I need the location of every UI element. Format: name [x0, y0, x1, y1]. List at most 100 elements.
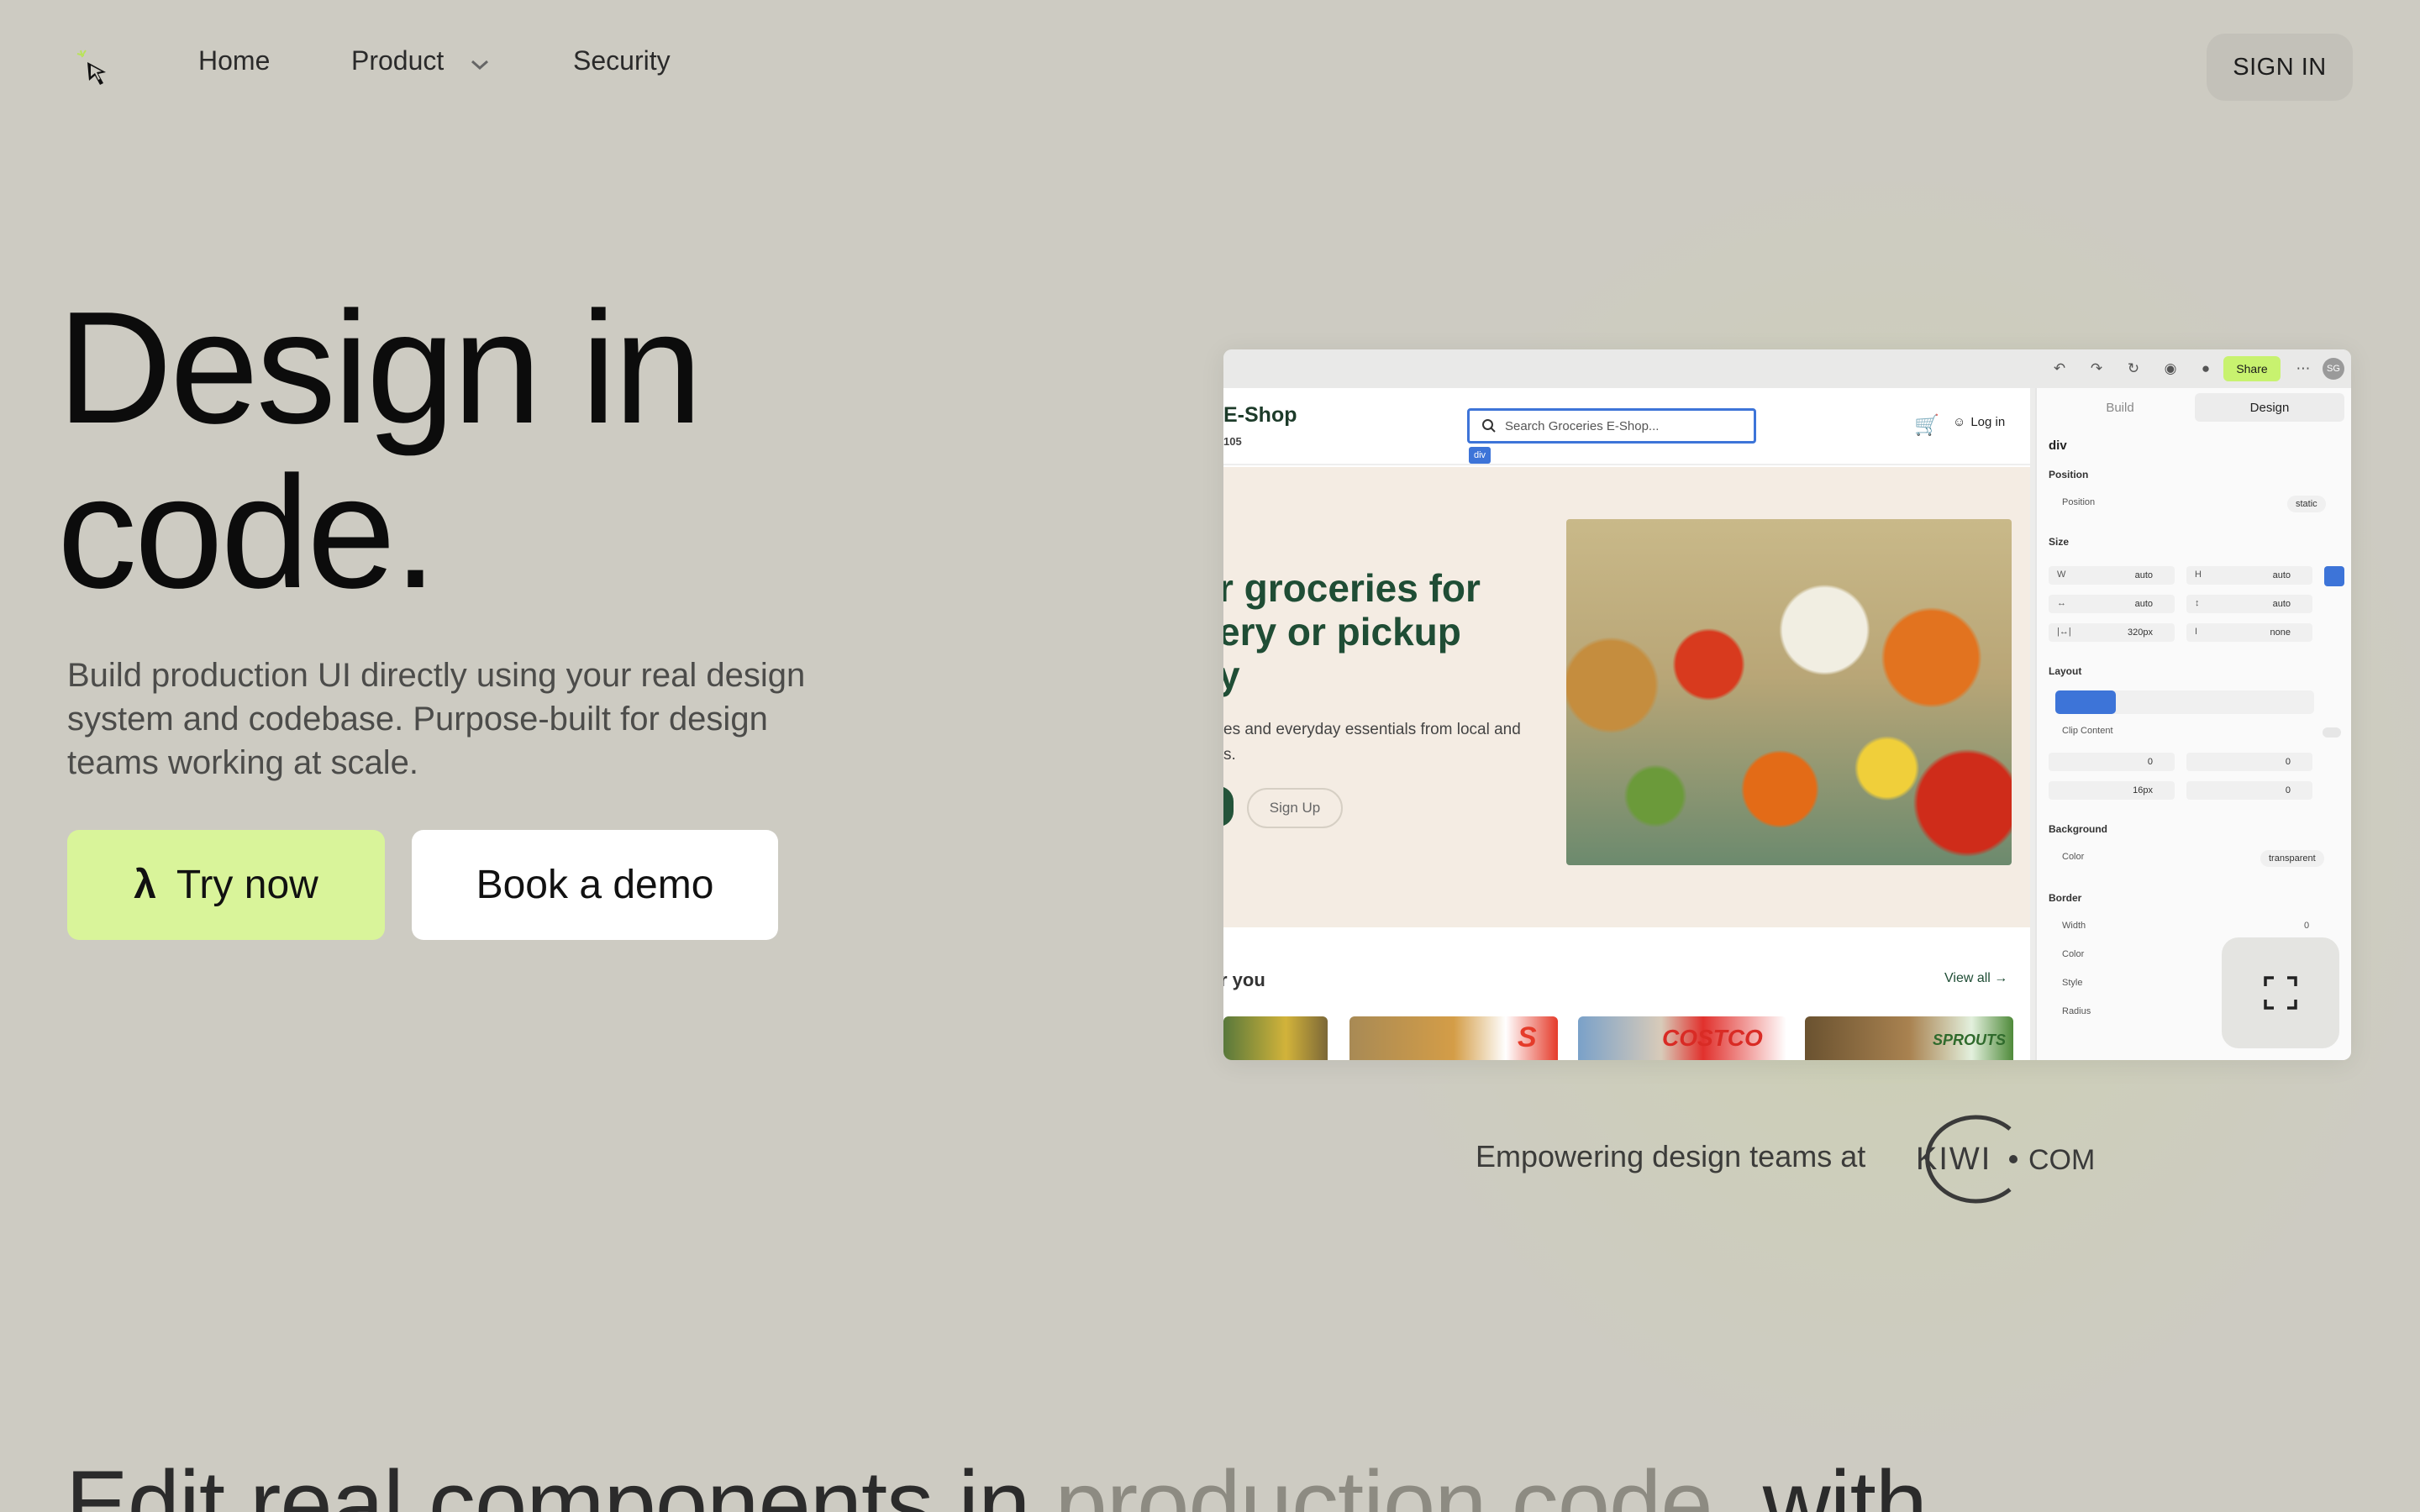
min-width-label: ↔ — [2057, 598, 2066, 608]
height-field[interactable]: auto — [2186, 566, 2312, 585]
shop-login-label: Log in — [1970, 415, 2006, 429]
shop-signup-button[interactable]: Sign Up — [1247, 788, 1343, 828]
store-card-logo: SPROUTS — [1933, 1032, 2007, 1048]
size-section-title: Size — [2049, 536, 2070, 548]
padding-field[interactable]: 0 — [2049, 753, 2175, 771]
cart-icon[interactable]: 🛒 — [1914, 413, 1939, 438]
kiwi-text: KIWI — [1916, 1142, 1991, 1177]
hero-title-line2: code. — [57, 444, 438, 622]
background-color-select[interactable]: transparent — [2260, 850, 2324, 867]
section-headline-part1: Edit real components in — [66, 1452, 1055, 1512]
background-section-title: Background — [2049, 823, 2108, 835]
panel-tabs: Build Design — [2045, 393, 2344, 422]
border-width-label: Width — [2062, 921, 2086, 931]
layout-option-active[interactable] — [2055, 690, 2116, 714]
share-button[interactable]: Share — [2223, 356, 2281, 381]
fullscreen-button[interactable] — [2222, 937, 2339, 1048]
margin-field[interactable]: 0 — [2186, 753, 2312, 771]
tab-build[interactable]: Build — [2045, 393, 2195, 422]
min-width-field[interactable]: auto — [2049, 595, 2175, 613]
expand-icon — [2264, 976, 2297, 1010]
section-headline: Edit real components in production code,… — [66, 1450, 1928, 1512]
max-height-label: I — [2195, 627, 2198, 637]
nav-security-link[interactable]: Security — [573, 45, 671, 76]
selected-element-name: div — [2049, 438, 2067, 453]
try-now-button[interactable]: λ Try now — [67, 830, 385, 940]
border-radius-label: Radius — [2062, 1006, 2091, 1016]
more-icon[interactable]: ⋯ — [2296, 361, 2311, 376]
border-section-title: Border — [2049, 892, 2082, 904]
nav-home-link[interactable]: Home — [198, 45, 270, 76]
section-headline-part2: production code — [1055, 1452, 1713, 1512]
user-icon: ☺ — [1953, 415, 1966, 429]
redo-icon[interactable]: ↷ — [2089, 361, 2104, 376]
book-demo-button[interactable]: Book a demo — [412, 830, 778, 940]
min-height-label: ↕ — [2195, 598, 2200, 608]
record-icon[interactable]: ◉ — [2163, 361, 2178, 376]
try-now-label: Try now — [176, 863, 318, 907]
selection-tag: div — [1469, 447, 1491, 464]
shop-search-input[interactable]: Search Groceries E-Shop... — [1467, 408, 1756, 444]
undo-icon[interactable]: ↶ — [2052, 361, 2067, 376]
min-height-field[interactable]: auto — [2186, 595, 2312, 613]
background-color-label: Color — [2062, 852, 2085, 862]
trust-label: Empowering design teams at — [1476, 1139, 1866, 1173]
position-section-title: Position — [2049, 469, 2089, 480]
editor-toolbar: ↶ ↷ ↻ ◉ ● Share ⋯ SG — [1223, 349, 2351, 388]
shop-search-placeholder: Search Groceries E-Shop... — [1505, 418, 1660, 433]
shop-hero: r groceries for ery or pickup y es and e… — [1223, 467, 2030, 927]
gap-field[interactable]: 16px — [2049, 781, 2175, 800]
com-text: COM — [2028, 1144, 2095, 1176]
nav-product-link[interactable]: Product — [351, 45, 444, 76]
hero-subtitle: Build production UI directly using your … — [67, 657, 806, 781]
shop-name: E-Shop — [1223, 403, 1297, 427]
max-width-label: |↔| — [2057, 627, 2071, 637]
top-navigation: Home Product Security SIGN IN — [0, 0, 2420, 126]
app-preview: ↶ ↷ ↻ ◉ ● Share ⋯ SG E-Shop 105 Search G… — [1223, 349, 2351, 1060]
tab-design[interactable]: Design — [2195, 393, 2344, 422]
lambda-icon: λ — [134, 863, 156, 907]
section-headline-part3: , with — [1712, 1452, 1928, 1512]
search-icon — [1482, 419, 1496, 433]
shop-header: E-Shop 105 Search Groceries E-Shop... di… — [1223, 388, 2030, 465]
width-field[interactable]: auto — [2049, 566, 2175, 585]
store-card-logo: COSTCO — [1662, 1025, 1763, 1051]
shop-headline: r groceries for ery or pickup y — [1223, 566, 1481, 697]
avatar[interactable]: SG — [2323, 358, 2344, 380]
github-icon[interactable]: ● — [2198, 361, 2213, 376]
chevron-down-icon[interactable] — [467, 54, 492, 74]
hero-title: Design in code. — [57, 286, 981, 615]
clip-content-toggle[interactable] — [2323, 727, 2341, 738]
store-card-logo: S — [1518, 1021, 1537, 1053]
max-height-field[interactable]: none — [2186, 623, 2312, 642]
store-card[interactable]: S — [1349, 1016, 1558, 1060]
size-lock-button[interactable] — [2324, 566, 2344, 586]
refresh-icon[interactable]: ↻ — [2126, 361, 2141, 376]
shop-description: es and everyday essentials from local an… — [1223, 721, 1521, 764]
store-card[interactable] — [1223, 1016, 1328, 1060]
groceries-image — [1566, 519, 2012, 865]
kiwi-com-logo: KIWI COM — [1916, 1115, 2095, 1204]
shop-login-link[interactable]: ☺ Log in — [1953, 415, 2005, 429]
canvas: E-Shop 105 Search Groceries E-Shop... di… — [1223, 388, 2030, 1060]
layout-section-title: Layout — [2049, 665, 2082, 677]
clip-content-label: Clip Content — [2062, 726, 2113, 736]
layout-direction-control[interactable] — [2055, 690, 2314, 714]
shop-primary-button[interactable] — [1223, 786, 1234, 827]
row-gap-field[interactable]: 0 — [2186, 781, 2312, 800]
height-label: H — [2195, 570, 2202, 580]
shop-section-title: r you — [1223, 969, 1265, 990]
hero-title-line1: Design in — [57, 279, 702, 457]
position-select[interactable]: static — [2287, 496, 2326, 512]
sign-in-button[interactable]: SIGN IN — [2207, 34, 2353, 101]
view-all-link[interactable]: View all → — [1944, 971, 2007, 986]
store-card[interactable]: SPROUTS — [1805, 1016, 2013, 1060]
border-width-value[interactable]: 0 — [2304, 921, 2309, 931]
store-card[interactable]: COSTCO — [1578, 1016, 1786, 1060]
border-color-label: Color — [2062, 949, 2085, 959]
border-style-label: Style — [2062, 978, 2083, 988]
position-label: Position — [2062, 497, 2096, 507]
shop-subtitle: 105 — [1223, 435, 1242, 448]
cursor-sparkle-icon[interactable] — [72, 45, 119, 92]
width-label: W — [2057, 570, 2066, 580]
